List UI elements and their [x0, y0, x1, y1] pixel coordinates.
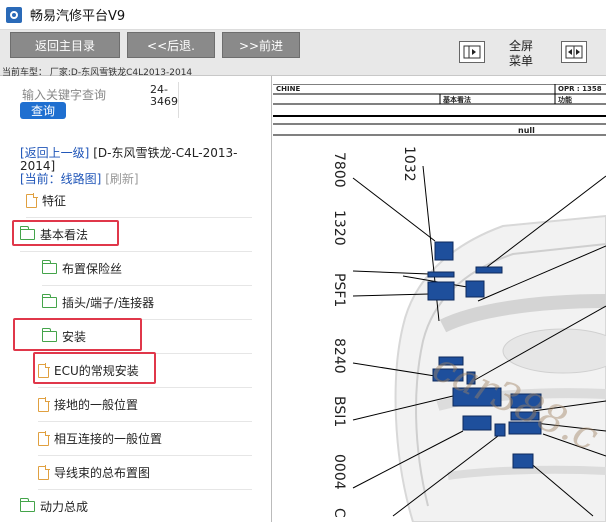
- tree-item-label: 接地的一般位置: [54, 398, 139, 412]
- label-bsi1: BSI1: [331, 396, 347, 428]
- component-1320-a: [427, 271, 455, 278]
- fullscreen-label: 全屏: [508, 39, 533, 53]
- tree-item-label: ECU的常规安装: [54, 364, 139, 378]
- tree-item-ground-locations[interactable]: 接地的一般位置: [38, 388, 252, 422]
- diagram-panel[interactable]: CHINE OPR : 1358 基本看法 功能 null 7800 1032 …: [273, 76, 606, 522]
- folder-icon: [19, 226, 35, 240]
- folder-icon: [41, 328, 57, 342]
- label-c: C: [331, 508, 347, 518]
- search-input[interactable]: 输入关键字查询: [22, 86, 106, 103]
- left-panel: 输入关键字查询 查询 24- 3469 [返回上一级] [D-东风雪铁龙-C4L…: [0, 76, 272, 522]
- search-button[interactable]: 查询: [20, 102, 66, 119]
- tree-item-powertrain[interactable]: 动力总成: [19, 490, 252, 522]
- expand-panels-button[interactable]: [561, 41, 587, 63]
- tree-item-fuse-layout[interactable]: 布置保险丝: [41, 252, 252, 286]
- doc-icon: [38, 465, 50, 480]
- tree-item-ecu-installation[interactable]: ECU的常规安装: [38, 354, 252, 388]
- label-0004: 0004: [331, 454, 347, 490]
- component-psf1: [427, 281, 455, 301]
- tree-item-harness-layout[interactable]: 导线束的总布置图: [38, 456, 252, 490]
- app-icon: [6, 6, 22, 23]
- back-to-main-button[interactable]: 返回主目录: [10, 32, 120, 58]
- panel-toggle-icon: [463, 45, 481, 59]
- tree-item-label: 插头/端子/连接器: [62, 296, 155, 310]
- label-7800: 7800: [331, 152, 347, 188]
- tree-item-connectors[interactable]: 插头/端子/连接器: [41, 286, 252, 320]
- back-button[interactable]: <<后退.: [127, 32, 215, 58]
- divider: [178, 82, 179, 118]
- folder-icon: [41, 260, 57, 274]
- tree-item-label: 特征: [42, 194, 67, 208]
- label-8240: 8240: [331, 338, 347, 374]
- tree-item-feature[interactable]: 特征: [26, 184, 252, 218]
- tree-item-label: 动力总成: [40, 500, 89, 514]
- up-level-link[interactable]: [返回上一级]: [20, 146, 89, 160]
- range-end: 3469: [150, 95, 178, 108]
- folder-icon: [41, 294, 57, 308]
- label-1320: 1320: [331, 210, 347, 246]
- component-1032: [434, 241, 454, 261]
- tree-item-interconnect-locations[interactable]: 相互连接的一般位置: [38, 422, 252, 456]
- breadcrumb: [返回上一级] [D-东风雪铁龙-C4L-2013-2014] [当前：线路图]…: [20, 147, 260, 186]
- label-1032: 1032: [401, 146, 417, 182]
- component-0004: [462, 415, 492, 431]
- doc-icon: [38, 431, 50, 446]
- toolbar: 返回主目录 <<后退. >>前进 全屏 菜单 当前车型： 厂家:D-东风雪铁龙C…: [0, 30, 606, 78]
- doc-icon: [38, 397, 50, 412]
- title-bar: 畅易汽修平台V9: [0, 0, 606, 30]
- tree-item-label: 安装: [62, 330, 87, 344]
- doc-icon: [26, 193, 38, 208]
- doc-icon: [38, 363, 50, 378]
- tree-item-label: 相互连接的一般位置: [54, 432, 163, 446]
- window-title: 畅易汽修平台V9: [30, 9, 126, 24]
- collapse-panel-button[interactable]: [459, 41, 485, 63]
- forward-button[interactable]: >>前进: [222, 32, 300, 58]
- menu-label: 菜单: [508, 54, 533, 68]
- tree-item-label: 布置保险丝: [62, 262, 123, 276]
- component-psf1-b: [465, 280, 485, 298]
- car-diagram: [352, 165, 606, 522]
- component-1032-b: [475, 266, 503, 274]
- tree-item-basic-view[interactable]: 基本看法: [19, 218, 252, 252]
- component-c: [512, 453, 534, 469]
- split-arrows-icon: [565, 45, 583, 59]
- component-0004-b: [494, 423, 506, 437]
- tree-item-label: 基本看法: [40, 228, 89, 242]
- range-text: 24- 3469: [150, 84, 178, 108]
- label-psf1: PSF1: [331, 273, 347, 308]
- tree-item-installation[interactable]: 安装: [41, 320, 252, 354]
- tree-item-label: 导线束的总布置图: [54, 466, 151, 480]
- fullscreen-menu-label[interactable]: 全屏 菜单: [497, 39, 545, 69]
- folder-icon: [19, 498, 35, 512]
